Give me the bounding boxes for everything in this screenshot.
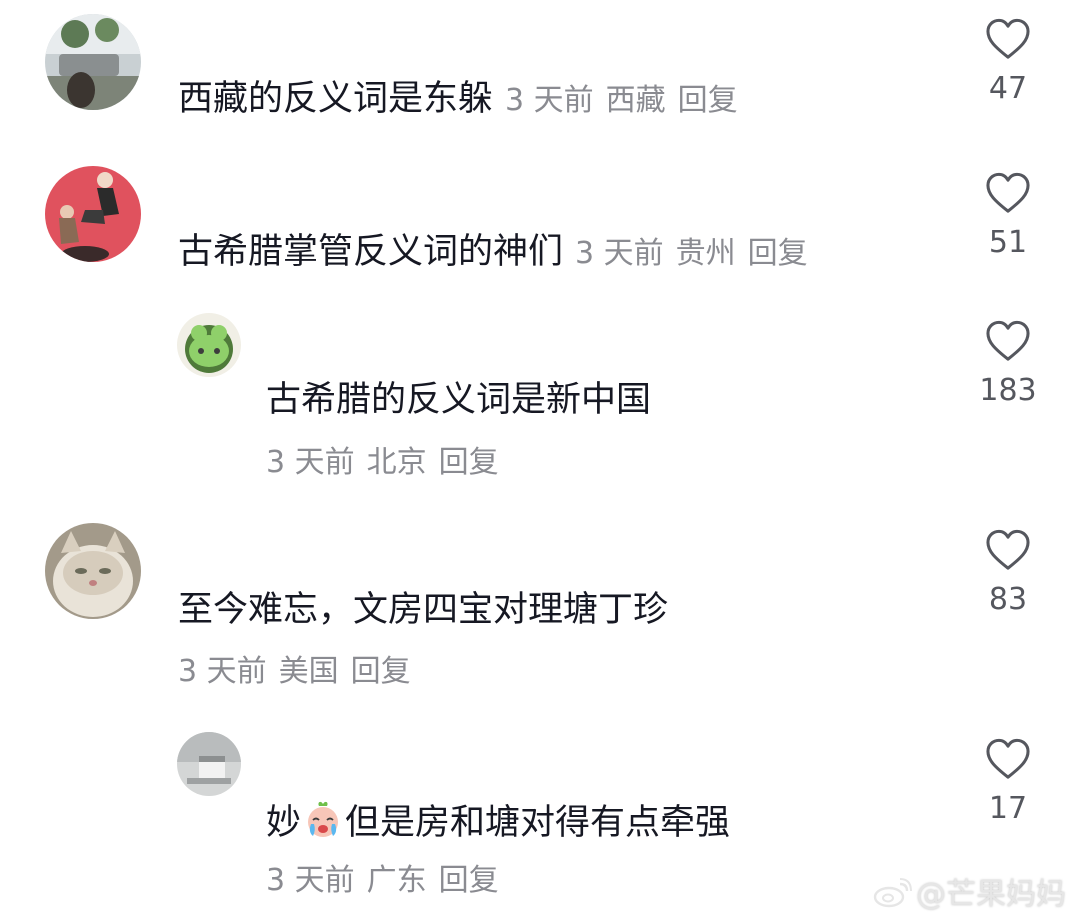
comment-text: 古希腊掌管反义词的神们 3 天前 贵州 回复 [178,235,808,270]
like-group: 17 [963,738,1053,824]
avatar-image [45,14,141,110]
like-count: 183 [979,373,1037,408]
comment-time: 3 天前 [266,863,355,898]
avatar[interactable] [177,732,241,796]
comment-location: 广东 [366,863,427,898]
like-count: 17 [988,791,1028,826]
heart-icon[interactable] [985,320,1031,362]
watermark-text: @芒果妈妈 [916,877,1066,912]
like-count: 51 [988,225,1028,260]
avatar[interactable] [45,166,141,262]
watermark: @芒果妈妈 [872,878,1066,910]
like-group: 83 [963,529,1053,615]
comment-location: 美国 [278,654,339,689]
comment-time: 3 天前 [178,654,267,689]
comment-text: 古希腊的反义词是新中国 [266,383,651,418]
comment-time: 3 天前 [505,83,594,118]
comment-body-part: 但是房和塘对得有点牵强 [345,803,731,843]
avatar-image [45,166,141,262]
reply-button[interactable]: 回复 [748,236,808,271]
comment-meta: 3 天前 北京 回复 [266,448,499,478]
comment-meta: 3 天前 广东 回复 [266,866,499,896]
comment-location: 贵州 [675,236,736,271]
like-count: 83 [988,582,1028,617]
avatar[interactable] [177,313,241,377]
avatar-image [45,523,141,619]
like-group: 47 [963,18,1053,104]
comment-time: 3 天前 [266,445,355,480]
like-group: 51 [963,172,1053,258]
comment-list: 西藏的反义词是东躲 3 天前 西藏 回复 47 古希腊掌管反义词的神们 3 天前 贵州 回复… [0,0,1080,920]
comment-body: 古希腊的反义词是新中国 [266,380,652,420]
weibo-logo-icon [873,878,912,908]
heart-icon[interactable] [985,18,1031,60]
comment-body: 古希腊掌管反义词的神们 [178,232,564,272]
comment-text: 妙 但是房和塘对得有点牵强 [266,800,730,841]
like-count: 47 [988,71,1028,106]
reply-button[interactable]: 回复 [439,445,499,480]
comment-time: 3 天前 [575,236,664,271]
avatar[interactable] [45,14,141,110]
avatar-image [177,313,241,377]
comment-text: 西藏的反义词是东躲 3 天前 西藏 回复 [178,82,738,117]
reply-button[interactable]: 回复 [678,83,738,118]
heart-icon[interactable] [985,172,1031,214]
reply-button[interactable]: 回复 [351,654,411,689]
like-group: 183 [963,320,1053,406]
comment-text: 至今难忘，文房四宝对理塘丁珍 [178,593,668,628]
comment-meta: 3 天前 美国 回复 [178,657,411,687]
comment-body: 至今难忘，文房四宝对理塘丁珍 [178,590,669,630]
avatar[interactable] [45,523,141,619]
comment-body: 西藏的反义词是东躲 [178,79,494,119]
crying-face-emoji-icon [308,801,339,837]
comment-location: 北京 [366,445,427,480]
heart-icon[interactable] [985,738,1031,780]
heart-icon[interactable] [985,529,1031,571]
reply-button[interactable]: 回复 [439,863,499,898]
avatar-image [177,732,241,796]
comment-body-part: 妙 [266,803,302,843]
comment-location: 西藏 [605,83,666,118]
